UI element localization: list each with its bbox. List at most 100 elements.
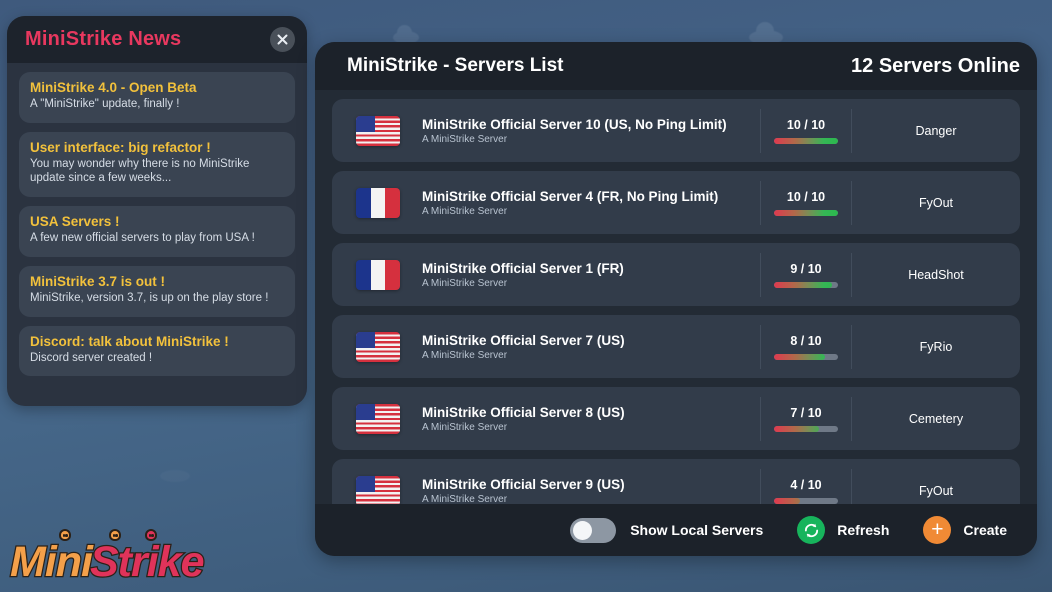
show-local-servers-label: Show Local Servers (630, 522, 764, 538)
servers-list-title: MiniStrike - Servers List (347, 55, 564, 76)
server-name: MiniStrike Official Server 9 (US) (422, 476, 625, 492)
player-capacity-bar-fill (774, 353, 826, 360)
server-subtitle: A MiniStrike Server (422, 493, 508, 505)
player-capacity-bar-fill (774, 281, 832, 288)
create-button[interactable]: + Create (923, 516, 1007, 544)
player-count-label: 8 / 10 (790, 333, 822, 348)
news-item[interactable]: USA Servers ! A few new official servers … (19, 206, 295, 257)
player-capacity-bar (774, 497, 838, 504)
refresh-button[interactable]: Refresh (797, 516, 923, 544)
skull-icon (145, 529, 157, 541)
server-player-count: 10 / 10 (760, 108, 852, 153)
news-item[interactable]: Discord: talk about MiniStrike ! Discord … (19, 325, 295, 377)
servers-bottom-bar: Show Local Servers Refresh + Create (315, 504, 1037, 556)
flag-us-icon (356, 475, 400, 506)
player-capacity-bar (774, 353, 838, 360)
server-row[interactable]: MiniStrike Official Server 7 (US) A MiniS… (332, 315, 1020, 378)
servers-panel-header: MiniStrike - Servers List 12 Servers Onl… (315, 42, 1037, 90)
skull-icon (59, 529, 71, 541)
server-row[interactable]: MiniStrike Official Server 4 (FR, No Pin… (332, 171, 1020, 234)
server-info: MiniStrike Official Server 7 (US) A MiniS… (400, 333, 760, 361)
player-capacity-bar-fill (774, 209, 838, 216)
news-item-desc: A few new official servers to play from … (30, 232, 255, 245)
flag-fr-icon (356, 187, 400, 218)
player-capacity-bar (774, 209, 838, 216)
server-subtitle: A MiniStrike Server (422, 421, 508, 433)
server-subtitle: A MiniStrike Server (422, 349, 508, 361)
servers-panel: MiniStrike - Servers List 12 Servers Onl… (315, 42, 1037, 556)
player-capacity-bar-fill (774, 425, 819, 432)
player-count-label: 7 / 10 (790, 405, 822, 420)
server-info: MiniStrike Official Server 10 (US, No Pi… (400, 117, 760, 145)
news-item-desc: You may wonder why there is no MiniStrik… (30, 157, 250, 185)
server-name: MiniStrike Official Server 8 (US) (422, 404, 625, 420)
server-map-name: Cemetery (908, 411, 964, 426)
news-item-title: User interface: big refactor ! (30, 139, 211, 155)
server-name: MiniStrike Official Server 1 (FR) (422, 260, 624, 276)
server-info: MiniStrike Official Server 4 (FR, No Pin… (400, 189, 760, 217)
server-row[interactable]: MiniStrike Official Server 8 (US) A MiniS… (332, 387, 1020, 450)
close-icon[interactable] (270, 27, 295, 52)
server-row[interactable]: MiniStrike Official Server 1 (FR) A MiniS… (332, 243, 1020, 306)
player-count-label: 4 / 10 (790, 477, 822, 492)
news-item-title: MiniStrike 3.7 is out ! (30, 273, 166, 289)
server-player-count: 9 / 10 (760, 252, 852, 297)
toggle-knob (573, 520, 593, 540)
news-item[interactable]: MiniStrike 3.7 is out ! MiniStrike, versi… (19, 265, 295, 317)
refresh-icon[interactable] (797, 516, 826, 544)
player-capacity-bar-fill (774, 137, 838, 144)
flag-us-icon (356, 331, 400, 362)
news-item[interactable]: User interface: big refactor ! You may wo… (19, 131, 295, 198)
flag-us-icon (356, 403, 400, 434)
news-panel-title: MiniStrike News (25, 28, 182, 50)
news-panel: MiniStrike News MiniStrike 4.0 - Open Be… (7, 16, 307, 406)
servers-online-count: 12 Servers Online (851, 54, 1020, 77)
server-subtitle: A MiniStrike Server (422, 277, 508, 289)
news-item-desc: A "MiniStrike" update, finally ! (30, 98, 180, 110)
skull-icon (109, 529, 121, 541)
server-player-count: 8 / 10 (760, 324, 852, 369)
news-item-title: Discord: talk about MiniStrike ! (30, 333, 229, 349)
news-item-desc: MiniStrike, version 3.7, is up on the pl… (30, 291, 269, 304)
player-capacity-bar-fill (774, 497, 800, 504)
server-player-count: 10 / 10 (760, 180, 852, 225)
news-item-desc: Discord server created ! (30, 351, 153, 364)
create-label: Create (963, 522, 1007, 538)
server-info: MiniStrike Official Server 9 (US) A MiniS… (400, 477, 760, 505)
server-player-count: 7 / 10 (760, 396, 852, 441)
player-count-label: 9 / 10 (790, 261, 822, 276)
server-subtitle: A MiniStrike Server (422, 205, 508, 217)
server-subtitle: A MiniStrike Server (422, 133, 508, 145)
cloud-decoration (160, 470, 190, 482)
server-info: MiniStrike Official Server 8 (US) A MiniS… (400, 405, 760, 433)
show-local-servers-toggle[interactable] (570, 517, 617, 543)
game-logo: Mini Strike (9, 529, 206, 586)
server-map-name: FyOut (918, 195, 954, 210)
server-name: MiniStrike Official Server 10 (US, No Pi… (422, 116, 727, 132)
player-count-label: 10 / 10 (786, 117, 826, 132)
server-map-name: FyOut (918, 483, 954, 498)
player-capacity-bar (774, 281, 838, 288)
news-item-title: MiniStrike 4.0 - Open Beta (30, 80, 197, 95)
show-local-servers-control[interactable]: Show Local Servers (570, 517, 797, 543)
server-name: MiniStrike Official Server 4 (FR, No Pin… (422, 188, 719, 204)
player-count-label: 10 / 10 (786, 189, 826, 204)
plus-icon[interactable]: + (923, 516, 952, 544)
server-map-name: FyRio (919, 339, 953, 354)
server-row[interactable]: MiniStrike Official Server 10 (US, No Pi… (332, 99, 1020, 162)
servers-list[interactable]: MiniStrike Official Server 10 (US, No Pi… (315, 90, 1037, 556)
server-map-name: Danger (915, 123, 957, 138)
news-item-title: USA Servers ! (30, 214, 120, 230)
player-capacity-bar (774, 425, 838, 432)
flag-fr-icon (356, 259, 400, 290)
flag-us-icon (356, 115, 400, 146)
logo-part-strike: Strike (89, 538, 206, 586)
news-list: MiniStrike 4.0 - Open Beta A "MiniStrike"… (7, 63, 307, 388)
server-map-name: HeadShot (908, 267, 964, 282)
server-info: MiniStrike Official Server 1 (FR) A MiniS… (400, 261, 760, 289)
news-item[interactable]: MiniStrike 4.0 - Open Beta A "MiniStrike"… (19, 72, 295, 123)
logo-part-mini: Mini (9, 538, 94, 586)
news-panel-header: MiniStrike News (7, 16, 307, 63)
player-capacity-bar (774, 137, 838, 144)
server-name: MiniStrike Official Server 7 (US) (422, 332, 625, 348)
